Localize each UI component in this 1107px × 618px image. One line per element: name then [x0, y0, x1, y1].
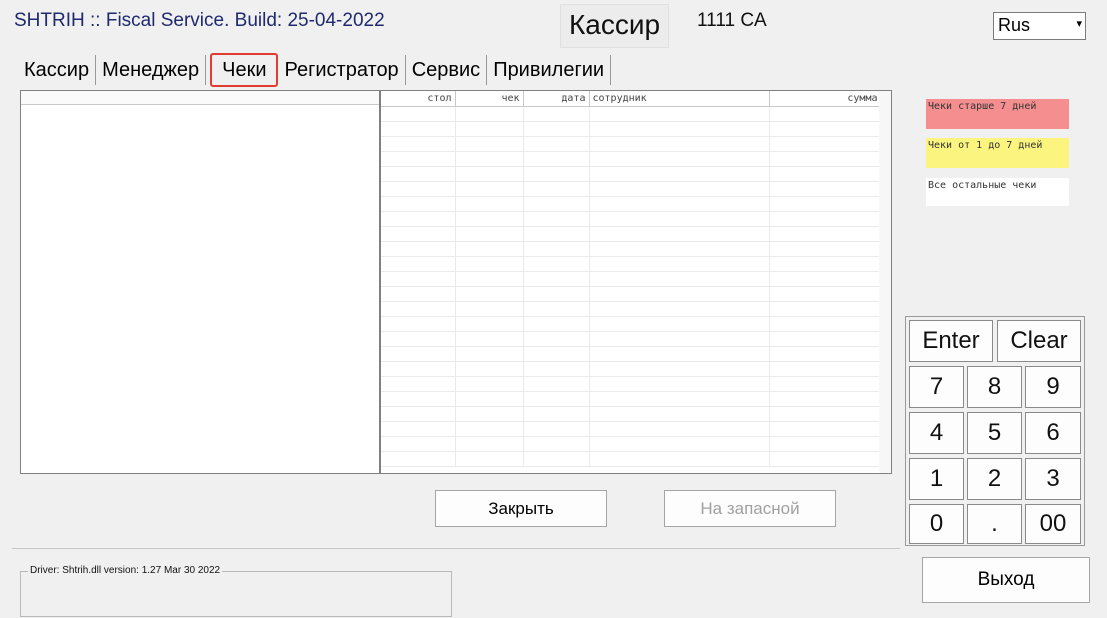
- keypad-8-button[interactable]: 8: [967, 366, 1022, 408]
- close-button[interactable]: Закрыть: [435, 490, 607, 527]
- receipts-grid[interactable]: стол чек дата сотрудник сумма: [380, 90, 892, 474]
- column-header-table[interactable]: стол: [381, 91, 456, 107]
- table-row[interactable]: [381, 391, 882, 407]
- driver-info-group: [20, 571, 452, 617]
- keypad-5-button[interactable]: 5: [967, 412, 1022, 454]
- table-row[interactable]: [381, 106, 882, 122]
- table-row[interactable]: [381, 166, 882, 182]
- to-reserve-button[interactable]: На запасной: [664, 490, 836, 527]
- table-row[interactable]: [381, 241, 882, 257]
- table-row[interactable]: [381, 196, 882, 212]
- tab-manager[interactable]: Менеджер: [96, 55, 207, 85]
- table-row[interactable]: [381, 376, 882, 392]
- table-row[interactable]: [381, 421, 882, 437]
- table-row[interactable]: [381, 301, 882, 317]
- column-header-date[interactable]: дата: [523, 91, 590, 107]
- app-title: SHTRIH :: Fiscal Service. Build: 25-04-2…: [14, 10, 385, 31]
- table-row[interactable]: [381, 346, 882, 362]
- tab-cashier[interactable]: Кассир: [18, 55, 97, 85]
- legend-other-receipts: Все остальные чеки: [926, 178, 1069, 206]
- keypad-00-button[interactable]: 00: [1025, 504, 1081, 544]
- keypad-0-button[interactable]: 0: [909, 504, 964, 544]
- keypad-enter-button[interactable]: Enter: [909, 320, 993, 362]
- language-value: Rus: [998, 15, 1031, 35]
- table-row[interactable]: [381, 121, 882, 137]
- keypad-4-button[interactable]: 4: [909, 412, 964, 454]
- table-row[interactable]: [381, 181, 882, 197]
- table-row[interactable]: [381, 436, 882, 452]
- table-row[interactable]: [381, 331, 882, 347]
- tab-receipts[interactable]: Чеки: [210, 53, 279, 87]
- table-row[interactable]: [381, 286, 882, 302]
- tab-privileges[interactable]: Привилегии: [487, 55, 612, 85]
- user-code-label: 1111 CA: [697, 10, 767, 31]
- column-header-employee[interactable]: сотрудник: [589, 91, 770, 107]
- keypad-7-button[interactable]: 7: [909, 366, 964, 408]
- keypad-dot-button[interactable]: .: [967, 504, 1022, 544]
- receipt-tree-panel[interactable]: [20, 90, 380, 474]
- driver-info-label: Driver: Shtrih.dll version: 1.27 Mar 30 …: [28, 565, 223, 576]
- user-role-label: Кассир: [560, 4, 670, 48]
- numeric-keypad: Enter Clear 7 8 9 4 5 6 1 2 3 0 . 00: [905, 316, 1085, 546]
- keypad-clear-button[interactable]: Clear: [997, 320, 1081, 362]
- keypad-6-button[interactable]: 6: [1025, 412, 1081, 454]
- keypad-1-button[interactable]: 1: [909, 458, 964, 500]
- chevron-down-icon: ▾: [1076, 18, 1082, 30]
- legend-older-7-days: Чеки старше 7 дней: [926, 99, 1069, 129]
- tab-registrar[interactable]: Регистратор: [278, 55, 406, 85]
- receipts-table: стол чек дата сотрудник сумма: [381, 91, 882, 467]
- table-row[interactable]: [381, 151, 882, 167]
- table-row[interactable]: [381, 451, 882, 467]
- table-row[interactable]: [381, 136, 882, 152]
- tab-bar: Кассир Менеджер Чеки Регистратор Сервис …: [18, 53, 612, 87]
- language-select[interactable]: Rus ▾: [993, 12, 1086, 40]
- keypad-3-button[interactable]: 3: [1025, 458, 1081, 500]
- footer-divider: [12, 548, 900, 549]
- exit-button[interactable]: Выход: [922, 557, 1090, 603]
- grid-rows: [381, 106, 882, 467]
- tab-service[interactable]: Сервис: [406, 55, 488, 85]
- table-row[interactable]: [381, 256, 882, 272]
- table-row[interactable]: [381, 406, 882, 422]
- table-row[interactable]: [381, 226, 882, 242]
- column-header-sum[interactable]: сумма: [769, 91, 882, 107]
- table-row[interactable]: [381, 271, 882, 287]
- keypad-2-button[interactable]: 2: [967, 458, 1022, 500]
- column-header-receipt[interactable]: чек: [455, 91, 524, 107]
- keypad-9-button[interactable]: 9: [1025, 366, 1081, 408]
- legend-1-to-7-days: Чеки от 1 до 7 дней: [926, 138, 1069, 168]
- table-row[interactable]: [381, 211, 882, 227]
- grid-scrollbar[interactable]: [879, 91, 891, 473]
- table-row[interactable]: [381, 361, 882, 377]
- table-row[interactable]: [381, 316, 882, 332]
- tree-header: [21, 91, 379, 105]
